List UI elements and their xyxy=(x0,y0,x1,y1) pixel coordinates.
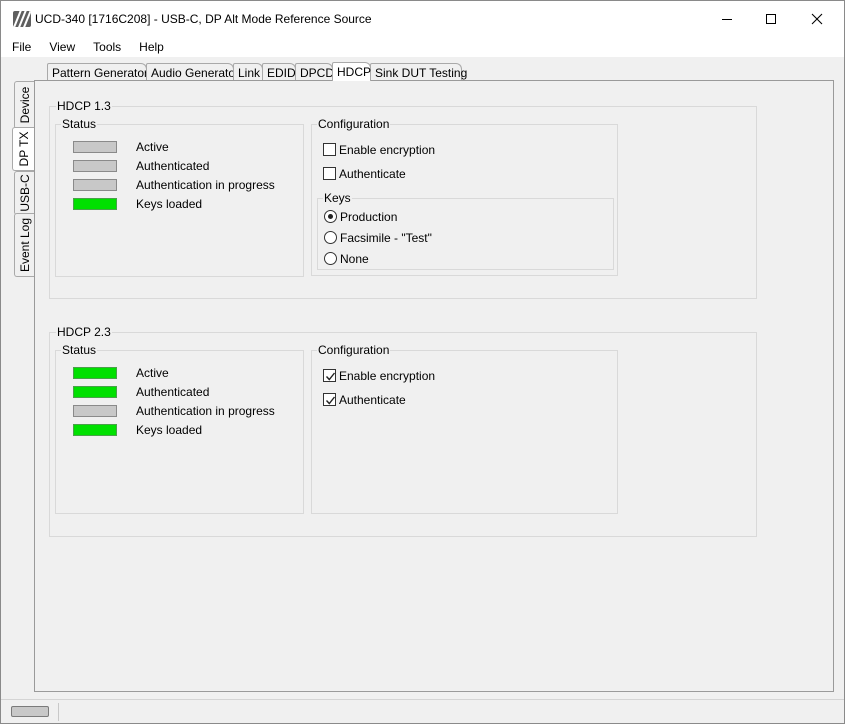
minimize-icon xyxy=(722,19,732,20)
maximize-button[interactable] xyxy=(748,1,794,37)
hdcp23-status-group: Status Active Authenticated Authenticati… xyxy=(55,343,304,514)
status-label: Authenticated xyxy=(136,385,210,399)
hdcp-panel: HDCP 1.3 Status Active Authenticated Aut… xyxy=(34,80,834,692)
checkbox-box xyxy=(323,143,336,156)
status-label: Authenticated xyxy=(136,159,210,173)
checkbox-label: Authenticate xyxy=(339,167,406,181)
status-label: Keys loaded xyxy=(136,423,203,437)
side-tab-usb-c[interactable]: USB-C xyxy=(14,171,34,215)
status-bar xyxy=(1,699,844,723)
ucd-logo-icon xyxy=(13,11,31,27)
status-led xyxy=(73,160,117,172)
close-button[interactable] xyxy=(794,1,840,37)
status-label: Active xyxy=(136,140,169,154)
hdcp23-status-title: Status xyxy=(61,343,98,357)
hdcp23-config-group: Configuration Enable encryption Authenti… xyxy=(311,343,618,514)
hdcp13-keys-title: Keys xyxy=(323,191,352,205)
side-tab-device-label: Device xyxy=(17,86,32,124)
radio-circle xyxy=(324,210,337,223)
status-label: Authentication in progress xyxy=(136,404,275,418)
checkbox-box xyxy=(323,369,336,382)
status-led xyxy=(73,198,117,210)
checkmark-icon xyxy=(325,372,336,381)
checkbox-box xyxy=(323,393,336,406)
radio-label: Facsimile - "Test" xyxy=(340,231,432,245)
checkbox-label: Enable encryption xyxy=(339,143,436,157)
menu-file[interactable]: File xyxy=(1,37,38,57)
status-led xyxy=(73,405,117,417)
menu-tools[interactable]: Tools xyxy=(82,37,128,57)
hdcp13-config-group: Configuration Enable encryption Authenti… xyxy=(311,117,618,276)
status-led xyxy=(73,179,117,191)
side-tab-dp-tx-label: DP TX xyxy=(16,131,31,167)
hdcp23-group: HDCP 2.3 Status Active Authenticated Aut… xyxy=(49,325,757,537)
hdcp13-config-title: Configuration xyxy=(317,117,391,131)
radio-label: None xyxy=(340,252,369,266)
hdcp13-keys-group: Keys Production Facsimile - "Test" None xyxy=(317,191,614,270)
status-separator xyxy=(58,703,59,721)
connection-indicator xyxy=(11,706,49,717)
tab-hdcp[interactable]: HDCP xyxy=(332,62,371,81)
hdcp23-config-title: Configuration xyxy=(317,343,391,357)
status-led xyxy=(73,141,117,153)
status-led xyxy=(73,367,117,379)
radio-circle xyxy=(324,252,337,265)
tab-link[interactable]: Link xyxy=(233,63,263,81)
hdcp13-status-title: Status xyxy=(61,117,98,131)
tab-edid[interactable]: EDID xyxy=(262,63,296,81)
tab-dpcd[interactable]: DPCD xyxy=(295,63,334,81)
status-label: Active xyxy=(136,366,169,380)
hdcp23-title: HDCP 2.3 xyxy=(56,325,112,339)
status-label: Authentication in progress xyxy=(136,178,275,192)
status-led xyxy=(73,386,117,398)
menu-bar: File View Tools Help xyxy=(1,37,844,57)
radio-selected-dot xyxy=(328,214,333,219)
tab-pattern-generator[interactable]: Pattern Generator xyxy=(47,63,148,81)
radio-circle xyxy=(324,231,337,244)
side-tab-dp-tx[interactable]: DP TX xyxy=(12,127,34,171)
app-window: UCD-340 [1716C208] - USB-C, DP Alt Mode … xyxy=(0,0,845,724)
minimize-button[interactable] xyxy=(704,1,750,37)
window-title: UCD-340 [1716C208] - USB-C, DP Alt Mode … xyxy=(35,12,372,26)
maximize-icon xyxy=(766,14,776,24)
checkbox-label: Enable encryption xyxy=(339,369,436,383)
status-label: Keys loaded xyxy=(136,197,203,211)
radio-label: Production xyxy=(340,210,398,224)
status-led xyxy=(73,424,117,436)
side-tab-device[interactable]: Device xyxy=(14,81,34,129)
checkmark-icon xyxy=(325,396,336,405)
close-icon xyxy=(811,13,823,25)
hdcp13-title: HDCP 1.3 xyxy=(56,99,112,113)
hdcp13-group: HDCP 1.3 Status Active Authenticated Aut… xyxy=(49,99,757,299)
hdcp13-status-group: Status Active Authenticated Authenticati… xyxy=(55,117,304,277)
menu-help[interactable]: Help xyxy=(128,37,171,57)
checkbox-box xyxy=(323,167,336,180)
checkbox-label: Authenticate xyxy=(339,393,406,407)
side-tab-event-log-label: Event Log xyxy=(17,217,32,273)
title-bar: UCD-340 [1716C208] - USB-C, DP Alt Mode … xyxy=(1,1,844,37)
side-tab-usb-c-label: USB-C xyxy=(17,174,32,212)
side-tab-event-log[interactable]: Event Log xyxy=(14,213,34,277)
menu-view[interactable]: View xyxy=(38,37,82,57)
tab-sink-dut-testing[interactable]: Sink DUT Testing xyxy=(370,63,467,81)
tab-audio-generator[interactable]: Audio Generator xyxy=(146,63,239,81)
